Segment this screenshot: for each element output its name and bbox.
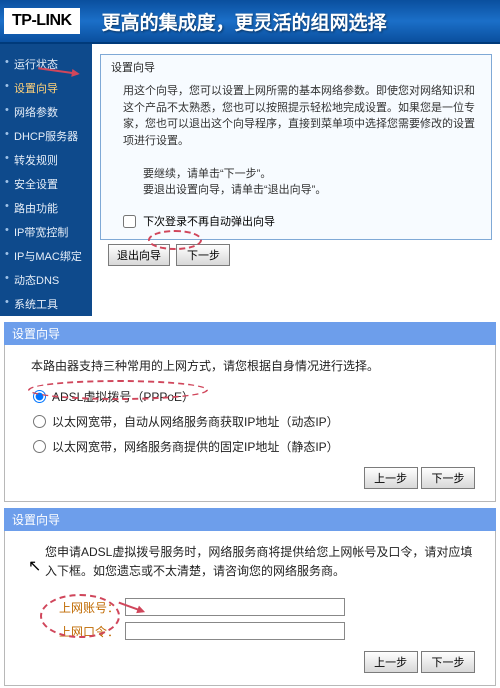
panel-title-3: 设置向导: [4, 508, 496, 531]
sidebar-item-4[interactable]: 转发规则: [0, 148, 92, 172]
wizard-title: 设置向导: [101, 55, 491, 79]
next-button[interactable]: 下一步: [176, 244, 230, 266]
password-input[interactable]: [125, 622, 345, 640]
sidebar-item-8[interactable]: IP与MAC绑定: [0, 244, 92, 268]
sidebar-item-6[interactable]: 路由功能: [0, 196, 92, 220]
sidebar-item-9[interactable]: 动态DNS: [0, 268, 92, 292]
panel-connection-type: 设置向导 本路由器支持三种常用的上网方式，请您根据自身情况进行选择。 ADSL虚…: [4, 322, 496, 502]
tagline: 更高的集成度，更灵活的组网选择: [102, 8, 387, 35]
radio-label-static: 以太网宽带，网络服务商提供的固定IP地址（静态IP）: [52, 438, 339, 455]
sidebar-item-2[interactable]: 网络参数: [0, 100, 92, 124]
next-button-2[interactable]: 下一步: [421, 467, 475, 489]
radio-label-dynamic: 以太网宽带，自动从网络服务商获取IP地址（动态IP）: [52, 413, 339, 430]
cursor-icon: ↖: [28, 556, 41, 576]
sidebar-item-5[interactable]: 安全设置: [0, 172, 92, 196]
wizard-body: 用这个向导，您可以设置上网所需的基本网络参数。即使您对网络知识和这个产品不太熟悉…: [101, 79, 491, 207]
panel-desc: 本路由器支持三种常用的上网方式，请您根据自身情况进行选择。: [31, 357, 479, 374]
panel-desc-3: 您申请ADSL虚拟拨号服务时，网络服务商将提供给您上网帐号及口令，请对应填入下框…: [45, 543, 473, 581]
sidebar-item-1[interactable]: 设置向导: [0, 76, 92, 100]
exit-wizard-button[interactable]: 退出向导: [108, 244, 170, 266]
radio-pppoe[interactable]: [33, 390, 46, 403]
password-label: 上网口令：: [53, 623, 119, 640]
sidebar-item-3[interactable]: DHCP服务器: [0, 124, 92, 148]
radio-label-pppoe: ADSL虚拟拨号（PPPoE）: [52, 388, 194, 405]
panel-credentials: 设置向导 您申请ADSL虚拟拨号服务时，网络服务商将提供给您上网帐号及口令，请对…: [4, 508, 496, 686]
radio-static[interactable]: [33, 440, 46, 453]
sidebar: 运行状态设置向导网络参数DHCP服务器转发规则安全设置路由功能IP带宽控制IP与…: [0, 44, 92, 316]
radio-dynamic[interactable]: [33, 415, 46, 428]
header: TP-LINK 更高的集成度，更灵活的组网选择: [0, 0, 500, 44]
wizard-checkbox-row: 下次登录不再自动弹出向导: [101, 207, 491, 239]
username-input[interactable]: [125, 598, 345, 616]
username-label: 上网账号：: [53, 599, 119, 616]
panel-title: 设置向导: [4, 322, 496, 345]
checkbox-label: 下次登录不再自动弹出向导: [143, 216, 275, 228]
logo: TP-LINK: [4, 8, 80, 34]
prev-button[interactable]: 上一步: [364, 467, 418, 489]
wizard-panel: 设置向导 用这个向导，您可以设置上网所需的基本网络参数。即使您对网络知识和这个产…: [100, 54, 492, 240]
sidebar-item-10[interactable]: 系统工具: [0, 292, 92, 316]
no-popup-checkbox[interactable]: [123, 215, 136, 228]
next-button-3[interactable]: 下一步: [421, 651, 475, 673]
prev-button-3[interactable]: 上一步: [364, 651, 418, 673]
sidebar-item-7[interactable]: IP带宽控制: [0, 220, 92, 244]
sidebar-item-0[interactable]: 运行状态: [0, 52, 92, 76]
